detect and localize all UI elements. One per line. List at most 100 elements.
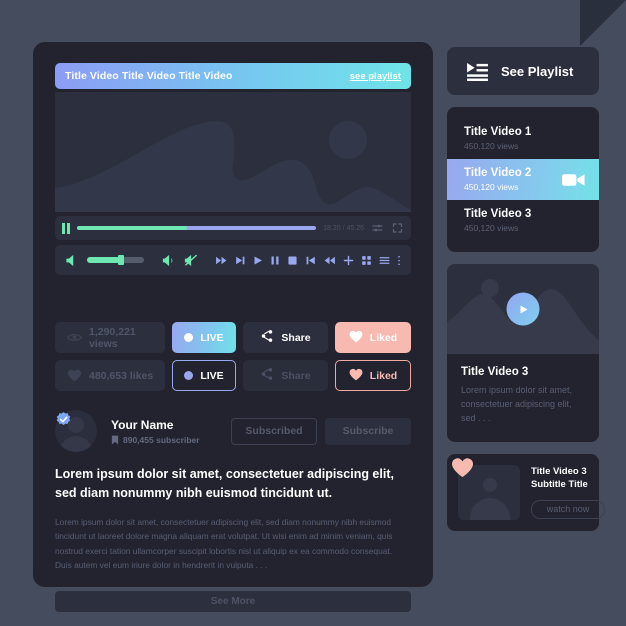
video-card-body: Title Video 3 Lorem ipsum dolor sit amet… — [447, 354, 599, 442]
playlist-item-title: Title Video 1 — [464, 126, 532, 138]
skip-previous-icon[interactable] — [304, 254, 317, 267]
see-playlist-label: See Playlist — [501, 63, 574, 79]
live-button-filled[interactable]: LIVE — [172, 322, 236, 353]
stats-row-primary: 1,290,221 views LIVE Share Liked — [55, 322, 411, 353]
liked-button-filled[interactable]: Liked — [335, 322, 411, 353]
fast-forward-icon[interactable] — [214, 254, 229, 267]
subscribe-button[interactable]: Subscribe — [325, 417, 411, 445]
video-title: Title Video Title Video Title Video — [65, 70, 233, 82]
video-card-title: Title Video 3 — [461, 366, 529, 378]
play-icon[interactable] — [252, 254, 264, 267]
watch-now-button[interactable]: watch now — [531, 499, 605, 519]
playlist-item-title: Title Video 3 — [464, 208, 532, 220]
list-icon[interactable] — [378, 254, 391, 267]
eye-icon — [67, 332, 82, 343]
stats-row-secondary: 480,653 likes LIVE Share Liked — [55, 360, 411, 391]
time-display: 18.20 / 45.26 — [323, 224, 364, 232]
heart-icon[interactable] — [451, 457, 474, 478]
grid-icon[interactable] — [360, 254, 373, 267]
play-icon[interactable] — [506, 292, 540, 326]
more-vertical-icon[interactable] — [396, 254, 402, 267]
playlist-play-icon — [466, 62, 489, 81]
main-content-panel: Title Video Title Video Title Video see … — [33, 42, 433, 612]
watch-now-info: Title Video 3 Subtitle Title watch now — [531, 465, 605, 520]
live-button-outlined[interactable]: LIVE — [172, 360, 236, 391]
video-artwork — [55, 92, 411, 212]
liked-button-outlined[interactable]: Liked — [335, 360, 411, 391]
likes-count-label: 480,653 likes — [89, 369, 154, 382]
pause-icon[interactable] — [269, 254, 281, 267]
video-card-thumbnail — [447, 264, 599, 354]
article-headline: Lorem ipsum dolor sit amet, consectetuer… — [55, 467, 394, 500]
see-playlist-link[interactable]: see playlist — [350, 71, 401, 82]
live-dot-icon — [184, 333, 194, 342]
share-button-active[interactable]: Share — [243, 322, 328, 353]
video-screen[interactable] — [55, 92, 411, 212]
share-label: Share — [281, 369, 311, 382]
thumbnail-head — [483, 477, 497, 492]
see-playlist-button[interactable]: See Playlist — [447, 47, 599, 95]
playback-progress-bar: 18.20 / 45.26 — [55, 216, 411, 240]
rewind-icon[interactable] — [322, 254, 337, 267]
app-root: Title Video Title Video Title Video see … — [0, 0, 626, 626]
liked-label: Liked — [369, 369, 398, 382]
playlist-item[interactable]: Title Video 2 450,120 views — [447, 159, 599, 200]
share-label: Share — [281, 331, 311, 344]
sidebar: See Playlist Title Video 1 450,120 views… — [447, 47, 605, 531]
article-body: Lorem ipsum dolor sit amet, consectetuer… — [55, 517, 393, 571]
verified-badge-icon — [55, 411, 72, 428]
share-icon — [260, 329, 274, 346]
video-camera-icon — [562, 172, 585, 188]
corner-fold-decoration — [580, 0, 626, 46]
stats-section: 1,290,221 views LIVE Share Liked 480,653… — [55, 322, 411, 391]
plus-icon[interactable] — [342, 254, 355, 267]
watch-now-card[interactable]: Title Video 3 Subtitle Title watch now — [447, 453, 605, 531]
video-title-bar: Title Video Title Video Title Video see … — [55, 63, 411, 89]
video-card-description: Lorem ipsum dolor sit amet, consectetuer… — [461, 385, 573, 423]
fullscreen-icon[interactable] — [391, 222, 404, 234]
watch-now-title: Title Video 3 Subtitle Title — [531, 465, 588, 491]
subscribe-buttons: Subscribed Subscribe — [231, 417, 411, 445]
share-icon — [260, 367, 274, 384]
share-button-disabled[interactable]: Share — [243, 360, 328, 391]
see-more-button[interactable]: See More — [55, 591, 411, 612]
avatar-body — [60, 436, 92, 452]
volume-mute-icon[interactable] — [182, 253, 199, 268]
media-controls-bar — [55, 245, 411, 275]
volume-knob[interactable] — [117, 255, 124, 265]
playlist-item-views: 450,120 views — [464, 141, 519, 151]
skip-next-icon[interactable] — [234, 254, 247, 267]
volume-fill — [87, 257, 120, 263]
video-player: Title Video Title Video Title Video see … — [55, 63, 411, 311]
playlist-item[interactable]: Title Video 1 450,120 views — [447, 118, 599, 159]
seek-progress-fill — [77, 226, 187, 230]
subscriber-count: 890,455 subscriber — [123, 434, 200, 445]
subscribed-button[interactable]: Subscribed — [231, 417, 317, 445]
playlist-item-views: 450,120 views — [464, 223, 519, 233]
likes-count-pill: 480,653 likes — [55, 360, 165, 391]
heart-icon — [67, 369, 82, 382]
stop-icon[interactable] — [286, 254, 299, 267]
channel-name: Your Name — [111, 417, 174, 432]
channel-profile-row: Your Name 890,455 subscriber Subscribed … — [55, 407, 411, 455]
volume-slider[interactable] — [87, 255, 144, 265]
heart-icon — [349, 330, 363, 346]
views-count-label: 1,290,221 views — [89, 325, 136, 350]
pause-icon[interactable] — [62, 222, 70, 234]
live-label: LIVE — [200, 331, 224, 344]
heart-icon — [349, 368, 363, 384]
liked-label: Liked — [369, 331, 398, 344]
bookmark-icon — [111, 435, 119, 445]
live-dot-icon — [184, 371, 194, 380]
seek-slider[interactable] — [77, 226, 317, 230]
volume-high-icon[interactable] — [160, 253, 177, 268]
live-label: LIVE — [200, 369, 224, 382]
featured-video-card[interactable]: Title Video 3 Lorem ipsum dolor sit amet… — [447, 264, 599, 442]
thumbnail-body — [470, 497, 510, 520]
volume-low-icon[interactable] — [64, 253, 80, 268]
settings-sliders-icon[interactable] — [371, 222, 384, 234]
subscriber-line: 890,455 subscriber — [111, 435, 200, 445]
playlist-item[interactable]: Title Video 3 450,120 views — [447, 200, 599, 241]
channel-name-block: Your Name 890,455 subscriber — [111, 418, 200, 445]
views-count-pill: 1,290,221 views — [55, 322, 165, 353]
